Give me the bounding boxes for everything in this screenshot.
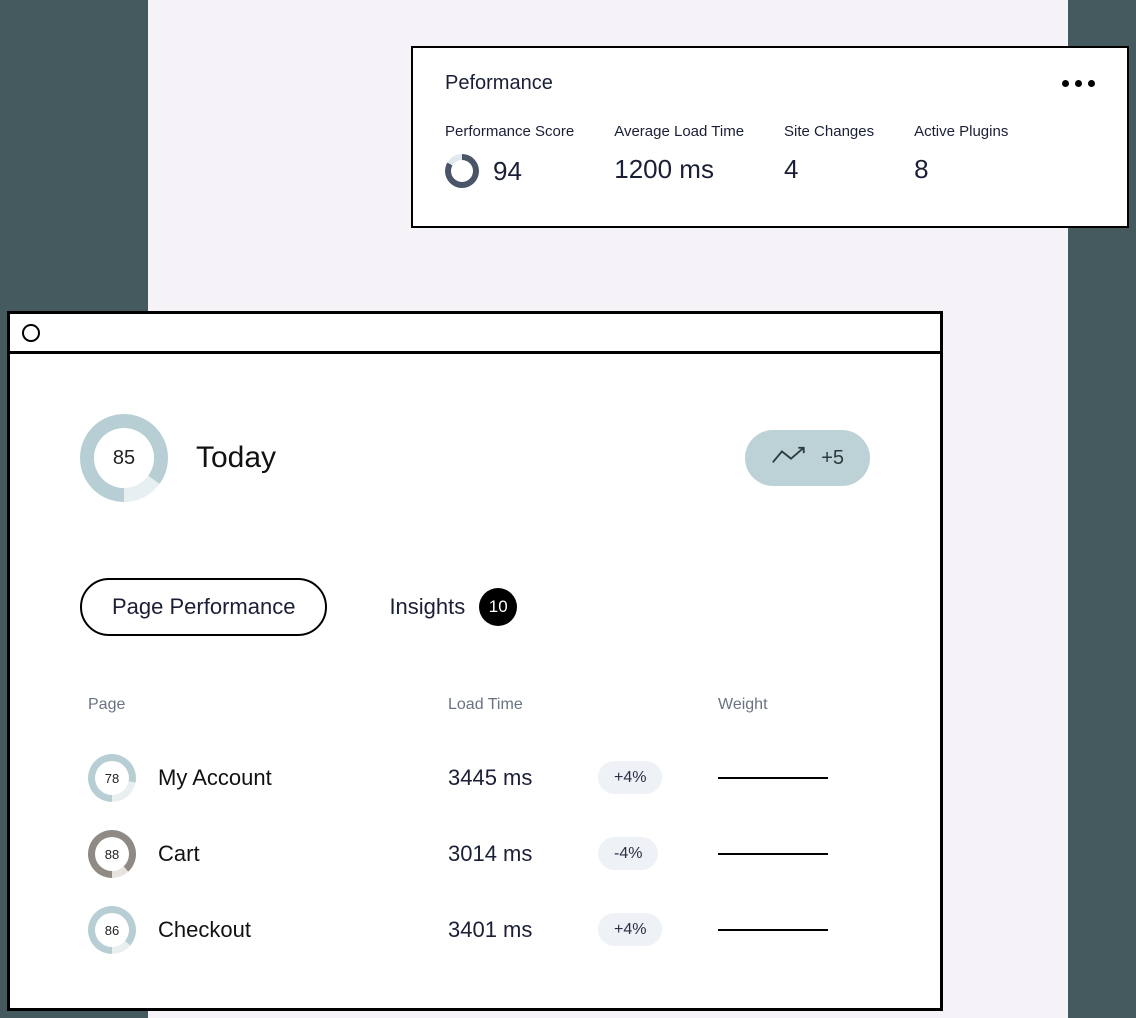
- metric-label: Average Load Time: [614, 123, 744, 140]
- insights-badge: 10: [479, 588, 517, 626]
- table-row[interactable]: 78 My Account 3445 ms +4%: [80, 740, 870, 816]
- today-label: Today: [196, 441, 276, 475]
- metric-value: 8: [914, 154, 1008, 185]
- performance-card: Peformance Performance Score 94 Average …: [411, 46, 1129, 228]
- row-score: 78: [95, 761, 129, 795]
- col-page: Page: [88, 696, 448, 714]
- window-control-icon[interactable]: [22, 324, 40, 342]
- metric-performance-score: Performance Score 94: [445, 123, 574, 188]
- row-delta: -4%: [598, 837, 658, 870]
- metric-site-changes: Site Changes 4: [784, 123, 874, 188]
- weight-bar: [718, 929, 828, 931]
- dashboard-window: 85 Today +5 Page Performance Insights 10: [7, 311, 943, 1011]
- row-load-time: 3401 ms: [448, 917, 598, 943]
- row-delta: +4%: [598, 913, 662, 946]
- metric-value: 94: [493, 156, 522, 187]
- metric-active-plugins: Active Plugins 8: [914, 123, 1008, 188]
- metric-label: Active Plugins: [914, 123, 1008, 140]
- today-gauge: 85: [80, 414, 168, 502]
- tab-page-performance[interactable]: Page Performance: [80, 578, 327, 636]
- tab-insights-label: Insights: [389, 594, 465, 620]
- metric-avg-load: Average Load Time 1200 ms: [614, 123, 744, 188]
- row-score: 86: [95, 913, 129, 947]
- row-gauge: 86: [88, 906, 136, 954]
- trend-value: +5: [821, 447, 844, 470]
- today-score: 85: [94, 428, 154, 488]
- row-gauge: 78: [88, 754, 136, 802]
- metric-label: Site Changes: [784, 123, 874, 140]
- metric-label: Performance Score: [445, 123, 574, 140]
- row-score: 88: [95, 837, 129, 871]
- row-page-name: Cart: [158, 841, 200, 867]
- more-icon[interactable]: [1062, 80, 1095, 87]
- trend-up-icon: [771, 444, 811, 472]
- table-row[interactable]: 86 Checkout 3401 ms +4%: [80, 892, 870, 968]
- performance-card-title: Peformance: [445, 72, 553, 95]
- row-gauge: 88: [88, 830, 136, 878]
- trend-pill[interactable]: +5: [745, 430, 870, 486]
- tab-insights[interactable]: Insights 10: [359, 574, 547, 640]
- metric-value: 1200 ms: [614, 154, 744, 185]
- window-titlebar: [10, 314, 940, 354]
- row-load-time: 3014 ms: [448, 841, 598, 867]
- col-load-time: Load Time: [448, 696, 718, 714]
- row-load-time: 3445 ms: [448, 765, 598, 791]
- table-row[interactable]: 88 Cart 3014 ms -4%: [80, 816, 870, 892]
- weight-bar: [718, 777, 828, 779]
- row-page-name: My Account: [158, 765, 272, 791]
- row-delta: +4%: [598, 761, 662, 794]
- weight-bar: [718, 853, 828, 855]
- metric-value: 4: [784, 154, 874, 185]
- gauge-icon: [445, 154, 479, 188]
- row-page-name: Checkout: [158, 917, 251, 943]
- col-weight: Weight: [718, 696, 870, 714]
